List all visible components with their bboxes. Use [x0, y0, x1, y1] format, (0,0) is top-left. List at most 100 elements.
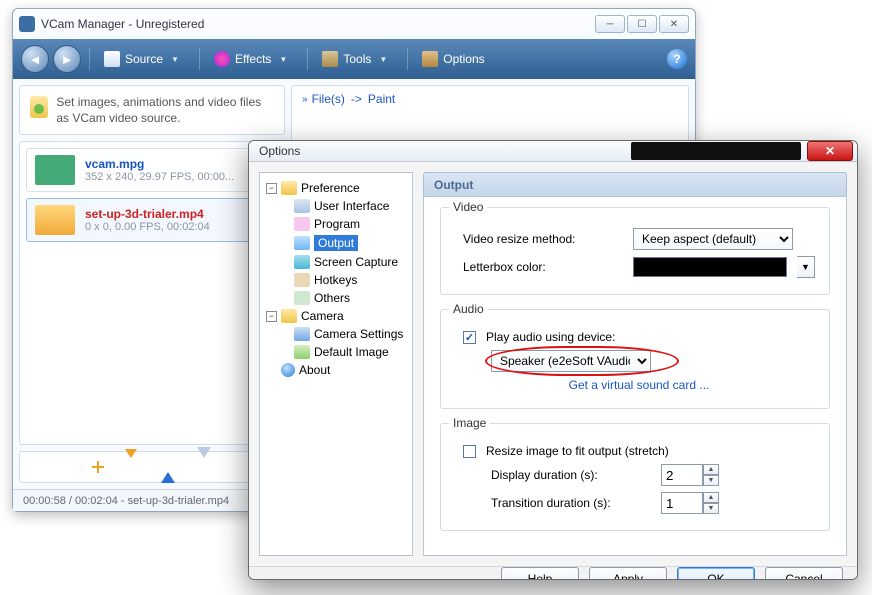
apply-button[interactable]: Apply: [589, 567, 667, 580]
play-audio-label: Play audio using device:: [486, 330, 615, 344]
display-duration-input[interactable]: [661, 464, 703, 486]
audio-group: Audio ✓ Play audio using device: Speaker…: [440, 309, 830, 409]
help-button[interactable]: ?: [667, 49, 687, 69]
file-name: vcam.mpg: [85, 157, 234, 171]
image-icon: [294, 345, 310, 359]
misc-icon: [294, 291, 310, 305]
collapse-icon[interactable]: −: [266, 311, 277, 322]
crumb-item[interactable]: File(s): [312, 92, 345, 106]
options-button[interactable]: Options: [416, 45, 496, 73]
group-title: Audio: [449, 302, 488, 316]
collapse-icon[interactable]: −: [266, 183, 277, 194]
settings-pane: Output Video Video resize method: Keep a…: [423, 172, 847, 556]
node-label: Preference: [301, 181, 360, 195]
transition-duration-input[interactable]: [661, 492, 703, 514]
dialog-button-row: Help Apply OK Cancel: [249, 566, 857, 580]
file-name: set-up-3d-trialer.mp4: [85, 207, 210, 221]
tree-node-screencapture[interactable]: Screen Capture: [264, 253, 408, 271]
tree-node-preference[interactable]: − Preference: [264, 179, 408, 197]
resize-method-label: Video resize method:: [463, 232, 623, 246]
source-label: Source: [125, 52, 163, 66]
source-menu[interactable]: Source ▼: [98, 45, 191, 73]
wrench-icon: [422, 51, 438, 67]
effects-menu[interactable]: Effects ▼: [208, 45, 299, 73]
list-item[interactable]: vcam.mpg 352 x 240, 29.97 FPS, 00:00...: [26, 148, 278, 192]
app-icon: [19, 16, 35, 32]
cancel-button[interactable]: Cancel: [765, 567, 843, 580]
tree-node-camera-settings[interactable]: Camera Settings: [264, 325, 408, 343]
dialog-close-button[interactable]: ✕: [807, 141, 853, 161]
camera-icon: [294, 327, 310, 341]
tree-node-hotkeys[interactable]: Hotkeys: [264, 271, 408, 289]
resize-method-select[interactable]: Keep aspect (default): [633, 228, 793, 250]
chevrons-icon: »: [302, 94, 306, 105]
pane-title: Output: [423, 172, 847, 196]
list-item[interactable]: set-up-3d-trialer.mp4 0 x 0, 0.00 FPS, 0…: [26, 198, 278, 242]
spin-down-button[interactable]: ▼: [703, 503, 719, 514]
help-button[interactable]: Help: [501, 567, 579, 580]
import-button[interactable]: [125, 458, 143, 476]
get-sound-card-link[interactable]: Get a virtual sound card ...: [569, 378, 710, 392]
effects-icon: [214, 51, 230, 67]
resize-image-checkbox[interactable]: [463, 445, 476, 458]
tree-node-program[interactable]: Program: [264, 215, 408, 233]
ok-button[interactable]: OK: [677, 567, 755, 580]
keyboard-icon: [294, 273, 310, 287]
breadcrumb: » File(s) -> Paint: [302, 92, 678, 106]
tree-node-others[interactable]: Others: [264, 289, 408, 307]
letterbox-label: Letterbox color:: [463, 260, 623, 274]
play-audio-checkbox[interactable]: ✓: [463, 331, 476, 344]
spin-up-button[interactable]: ▲: [703, 492, 719, 503]
nav-forward-button[interactable]: ►: [53, 45, 81, 73]
video-group: Video Video resize method: Keep aspect (…: [440, 207, 830, 295]
node-label: User Interface: [314, 199, 389, 213]
letterbox-color-swatch[interactable]: [633, 257, 787, 277]
audio-device-select[interactable]: Speaker (e2eSoft VAudio): [491, 350, 651, 372]
output-icon: [294, 236, 310, 250]
node-label: About: [299, 363, 330, 377]
tools-label: Tools: [343, 52, 371, 66]
hint-text: Set images, animations and video files a…: [56, 94, 274, 126]
color-dropdown-button[interactable]: ▼: [797, 256, 815, 278]
node-label: Others: [314, 291, 350, 305]
crumb-item[interactable]: Paint: [368, 92, 395, 106]
node-label: Screen Capture: [314, 255, 398, 269]
file-meta: 352 x 240, 29.97 FPS, 00:00...: [85, 171, 234, 183]
tree-node-about[interactable]: About: [264, 361, 408, 379]
node-label: Hotkeys: [314, 273, 357, 287]
tree-node-camera[interactable]: − Camera: [264, 307, 408, 325]
tree-node-ui[interactable]: User Interface: [264, 197, 408, 215]
tree-node-default-image[interactable]: Default Image: [264, 343, 408, 361]
spin-up-button[interactable]: ▲: [703, 464, 719, 475]
effects-label: Effects: [235, 52, 271, 66]
close-button[interactable]: ✕: [659, 15, 689, 33]
dialog-title-bar: Options ✕: [249, 141, 857, 162]
options-label: Options: [443, 52, 484, 66]
tools-menu[interactable]: Tools ▼: [316, 45, 399, 73]
hint-box: Set images, animations and video files a…: [19, 85, 285, 135]
tree-node-output[interactable]: Output: [264, 233, 408, 253]
add-button[interactable]: [89, 458, 107, 476]
move-down-button[interactable]: [197, 458, 215, 476]
group-title: Image: [449, 416, 490, 430]
window-title: VCam Manager - Unregistered: [41, 17, 595, 31]
info-icon: [281, 363, 295, 377]
status-text: 00:00:58 / 00:02:04 - set-up-3d-trialer.…: [23, 495, 229, 507]
maximize-button[interactable]: ☐: [627, 15, 657, 33]
chevron-down-icon: ▼: [171, 55, 179, 64]
folder-media-icon: [30, 96, 48, 118]
folder-icon: [281, 181, 297, 195]
node-label: Camera: [301, 309, 344, 323]
list-toolbar: [19, 451, 285, 483]
document-icon: [104, 51, 120, 67]
transition-duration-label: Transition duration (s):: [491, 496, 651, 510]
minimize-button[interactable]: ─: [595, 15, 625, 33]
chevron-down-icon: ▼: [279, 55, 287, 64]
node-label: Output: [314, 235, 358, 251]
nav-back-button[interactable]: ◄: [21, 45, 49, 73]
options-dialog: Options ✕ − Preference User Interface Pr…: [248, 140, 858, 580]
move-up-button[interactable]: [161, 458, 179, 476]
display-duration-label: Display duration (s):: [491, 468, 651, 482]
spin-down-button[interactable]: ▼: [703, 475, 719, 486]
thumbnail-icon: [35, 155, 75, 185]
